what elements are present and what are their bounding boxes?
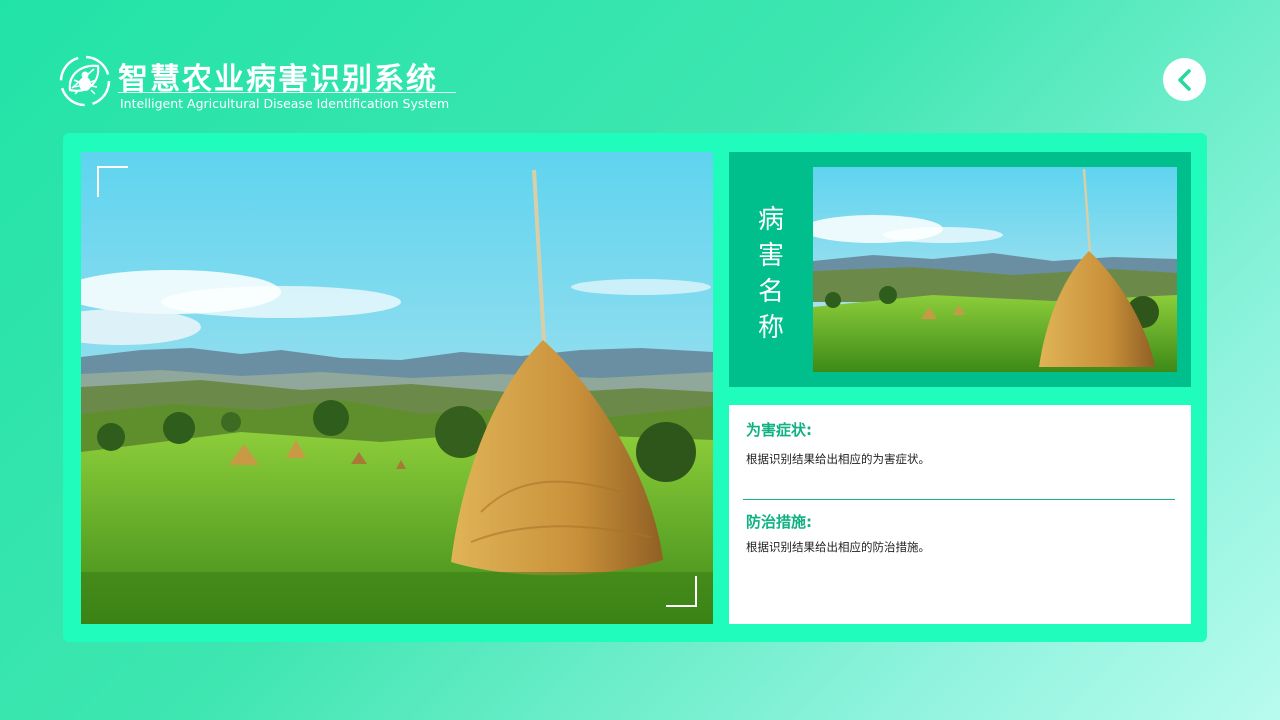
leaf-bug-logo-icon — [58, 52, 112, 110]
frame-corner-top-left — [97, 166, 128, 197]
prevention-title: 防治措施: — [746, 513, 812, 531]
symptoms-text: 根据识别结果给出相应的为害症状。 — [746, 452, 930, 466]
uploaded-image[interactable] — [81, 152, 713, 624]
disease-info-box: 为害症状: 根据识别结果给出相应的为害症状。 防治措施: 根据识别结果给出相应的… — [729, 405, 1191, 624]
info-divider — [743, 499, 1175, 500]
app-subtitle: Intelligent Agricultural Disease Identif… — [120, 96, 450, 111]
chevron-left-icon — [1177, 68, 1191, 91]
back-button[interactable] — [1163, 58, 1206, 101]
disease-name-box: 病害名称 — [729, 152, 1191, 387]
symptoms-title: 为害症状: — [746, 421, 812, 439]
app-header: 智慧农业病害识别系统 Intelligent Agricultural Dise… — [58, 52, 478, 112]
prevention-text: 根据识别结果给出相应的防治措施。 — [746, 540, 930, 554]
title-divider — [118, 92, 456, 93]
result-thumbnail — [813, 167, 1177, 372]
frame-corner-bottom-right — [666, 576, 697, 607]
recognition-panel: 病害名称 为害症状: 根据识别结果给出相应的为害症状。 防治措施: 根据识别结果… — [63, 133, 1207, 642]
disease-name-label: 病害名称 — [757, 205, 784, 343]
